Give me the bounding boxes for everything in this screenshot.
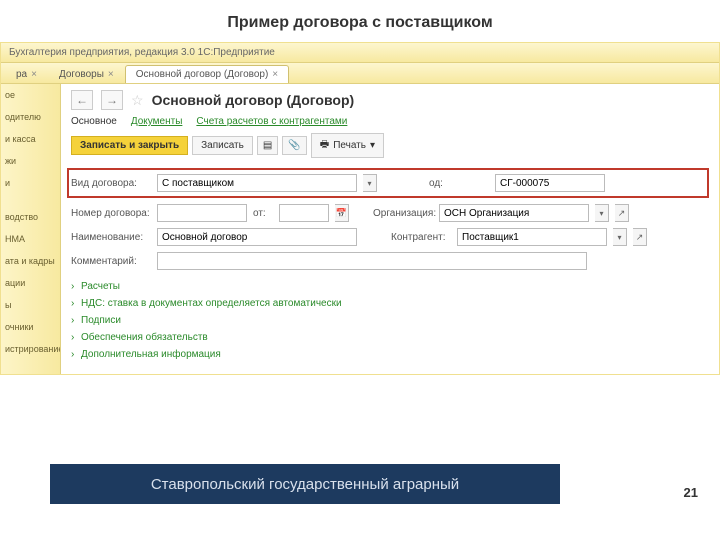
row-contract-type: Вид договора: ▾ од: — [67, 168, 709, 198]
code-label: од: — [429, 178, 489, 189]
name-label: Наименование: — [71, 232, 151, 243]
sidebar-item[interactable]: водство — [1, 206, 60, 228]
tab-0[interactable]: ра × — [5, 65, 48, 83]
subnav-main[interactable]: Основное — [71, 116, 117, 127]
sidebar-item[interactable]: ата и кадры — [1, 250, 60, 272]
code-input[interactable] — [495, 174, 605, 192]
sidebar-item[interactable]: ое — [1, 84, 60, 106]
counter-input[interactable] — [457, 228, 607, 246]
subnav: Основное Документы Счета расчетов с конт… — [71, 116, 709, 127]
page-number: 21 — [684, 485, 698, 500]
subnav-accounts[interactable]: Счета расчетов с контрагентами — [196, 116, 347, 127]
comment-label: Комментарий: — [71, 256, 151, 267]
tab-2[interactable]: Основной договор (Договор)× — [125, 65, 289, 83]
sidebar-item[interactable]: и — [1, 172, 60, 194]
expand-item[interactable]: Обеспечения обязательств — [71, 329, 709, 346]
doc-header: ← → ☆ Основной договор (Договор) — [71, 90, 709, 110]
sidebar-item[interactable]: очники — [1, 316, 60, 338]
list-icon[interactable]: ▤ — [257, 136, 278, 155]
sidebar-item[interactable]: одителю — [1, 106, 60, 128]
sidebar-item[interactable]: НМА — [1, 228, 60, 250]
window-titlebar: Бухгалтерия предприятия, редакция 3.0 1С… — [1, 43, 719, 63]
print-button[interactable]: 🖶 Печать ▾ — [311, 133, 384, 158]
name-input[interactable] — [157, 228, 357, 246]
chevron-down-icon[interactable]: ▾ — [595, 204, 609, 222]
workarea: ое одителю и касса жи и водство НМА ата … — [1, 84, 719, 374]
row-comment: Комментарий: — [71, 252, 709, 270]
tab-2-label: Основной договор (Договор) — [136, 69, 269, 80]
expand-item[interactable]: НДС: ставка в документах определяется ав… — [71, 295, 709, 312]
comment-input[interactable] — [157, 252, 587, 270]
footer-bar: Ставропольский государственный аграрный — [50, 464, 560, 504]
app-window: Бухгалтерия предприятия, редакция 3.0 1С… — [0, 42, 720, 375]
close-icon[interactable]: × — [108, 69, 114, 80]
slide-title: Пример договора с поставщиком — [0, 0, 720, 42]
sidebar: ое одителю и касса жи и водство НМА ата … — [1, 84, 61, 374]
expand-item[interactable]: Расчеты — [71, 278, 709, 295]
sidebar-item[interactable]: истрирование — [1, 338, 60, 360]
sidebar-item[interactable]: ации — [1, 272, 60, 294]
contract-type-input[interactable] — [157, 174, 357, 192]
attach-icon[interactable]: 📎 — [282, 136, 306, 155]
nav-back-button[interactable]: ← — [71, 90, 93, 110]
print-label: Печать — [333, 140, 366, 151]
org-label: Организация: — [373, 208, 433, 219]
toolbar: Записать и закрыть Записать ▤ 📎 🖶 Печать ▾ — [71, 133, 709, 158]
row-name: Наименование: Контрагент: ▾ ↗ — [71, 228, 709, 246]
save-close-button[interactable]: Записать и закрыть — [71, 136, 188, 155]
chevron-down-icon[interactable]: ▾ — [613, 228, 627, 246]
chevron-down-icon[interactable]: ▾ — [363, 174, 377, 192]
org-input[interactable] — [439, 204, 589, 222]
date-input[interactable] — [279, 204, 329, 222]
tab-1-label: Договоры — [59, 69, 104, 80]
calendar-icon[interactable]: 📅 — [335, 204, 349, 222]
save-button[interactable]: Записать — [192, 136, 253, 155]
from-label: от: — [253, 208, 273, 219]
tab-0-label: ра — [16, 69, 27, 80]
number-input[interactable] — [157, 204, 247, 222]
close-icon[interactable]: × — [31, 69, 37, 80]
subnav-documents[interactable]: Документы — [131, 116, 183, 127]
doc-title: Основной договор (Договор) — [152, 92, 355, 108]
open-icon[interactable]: ↗ — [615, 204, 629, 222]
print-icon: 🖶 — [320, 137, 329, 154]
number-label: Номер договора: — [71, 208, 151, 219]
expand-item[interactable]: Подписи — [71, 312, 709, 329]
open-icon[interactable]: ↗ — [633, 228, 647, 246]
sidebar-item[interactable]: жи — [1, 150, 60, 172]
tab-bar: ра × Договоры × Основной договор (Договор)… — [1, 63, 719, 84]
sidebar-item[interactable]: и касса — [1, 128, 60, 150]
content: ← → ☆ Основной договор (Договор) Основно… — [61, 84, 719, 374]
star-icon[interactable]: ☆ — [131, 92, 144, 109]
sidebar-item[interactable]: ы — [1, 294, 60, 316]
close-icon[interactable]: × — [272, 69, 278, 80]
tab-1[interactable]: Договоры × — [48, 65, 125, 83]
expand-list: Расчеты НДС: ставка в документах определ… — [71, 278, 709, 363]
contract-type-label: Вид договора: — [71, 178, 151, 189]
row-number: Номер договора: от: 📅 Организация: ▾ ↗ — [71, 204, 709, 222]
nav-forward-button[interactable]: → — [101, 90, 123, 110]
expand-item[interactable]: Дополнительная информация — [71, 346, 709, 363]
sidebar-item[interactable] — [1, 194, 60, 206]
chevron-down-icon: ▾ — [370, 140, 375, 151]
counter-label: Контрагент: — [391, 232, 451, 243]
